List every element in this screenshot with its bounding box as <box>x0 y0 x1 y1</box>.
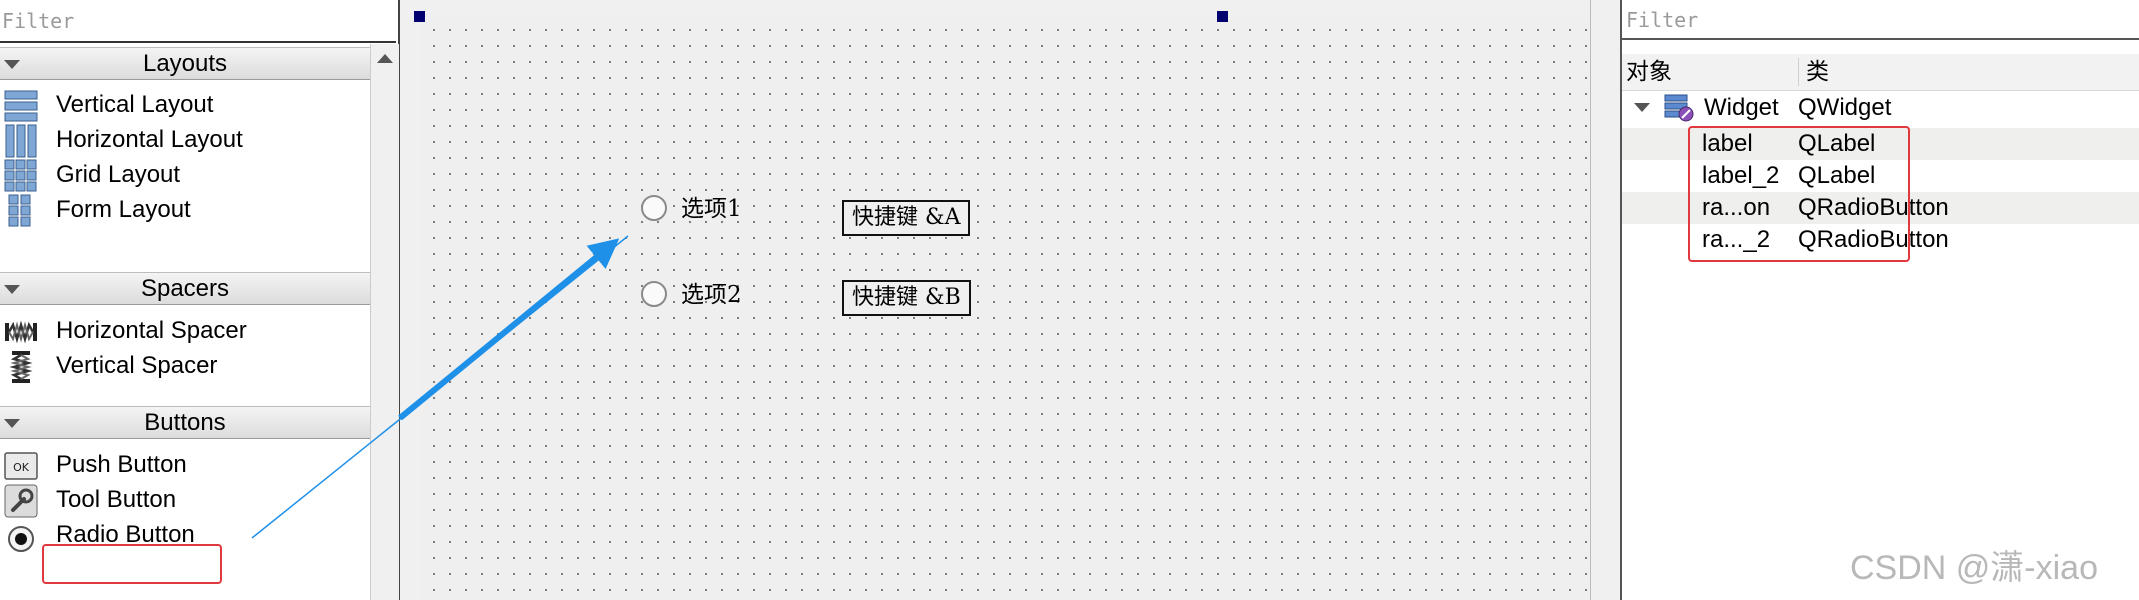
expand-arrow-icon[interactable] <box>1634 103 1650 112</box>
widget-box-scrollbar[interactable] <box>370 44 399 600</box>
radio-option-2[interactable]: 选项2 <box>641 278 771 312</box>
scroll-up-arrow-icon[interactable] <box>377 54 393 63</box>
resize-handle[interactable] <box>1217 11 1228 22</box>
radio-button-icon <box>8 526 34 552</box>
category-label: Spacers <box>140 275 230 302</box>
widget-item-label: Vertical Spacer <box>56 352 218 379</box>
widget-item-vertical-spacer[interactable]: Vertical Spacer <box>0 342 370 390</box>
watermark-text: CSDN @潇-xiao <box>1850 549 2098 587</box>
category-layouts[interactable]: Layouts <box>0 47 370 80</box>
object-filter-input[interactable]: Filter <box>1622 0 2139 40</box>
widget-item-label: Form Layout <box>56 196 191 223</box>
column-header-class[interactable]: 类 <box>1806 54 1829 90</box>
column-header-object[interactable]: 对象 <box>1626 54 1672 90</box>
widget-list: Layouts Vertical Layout Horizontal Layou… <box>0 44 370 600</box>
category-label: Buttons <box>144 409 226 436</box>
category-label: Layouts <box>142 50 228 77</box>
category-buttons[interactable]: Buttons <box>0 406 370 439</box>
vertical-spacer-icon <box>9 351 33 383</box>
widget-filter-input[interactable]: Filter <box>0 0 396 43</box>
radio-circle[interactable] <box>641 281 667 307</box>
radio-circle[interactable] <box>641 195 667 221</box>
designer-canvas: 选项1 选项2 快捷键 &A 快捷键 &B <box>400 0 1590 600</box>
object-list-highlight-box <box>1688 126 1910 262</box>
shortcut-label-b[interactable]: 快捷键 &B <box>842 280 971 316</box>
tree-object-name: Widget <box>1704 94 1779 121</box>
column-separator[interactable] <box>1798 58 1799 86</box>
widget-box: Filter Layouts Vertical Layout Horizonta… <box>0 0 400 600</box>
object-inspector: Filter 对象 类 Widget QWidget label QLabel … <box>1590 0 2139 600</box>
widget-item-form-layout[interactable]: Form Layout <box>0 186 370 234</box>
radio-button-highlight-box <box>42 544 222 584</box>
radio-label: 选项2 <box>681 282 742 308</box>
tree-row-root[interactable]: Widget QWidget <box>1622 92 2139 124</box>
object-tree-header: 对象 类 <box>1622 54 2139 91</box>
shortcut-label-a[interactable]: 快捷键 &A <box>842 200 971 236</box>
widget-icon <box>1664 94 1694 122</box>
radio-label: 选项1 <box>681 196 742 222</box>
form-layout-icon <box>8 194 31 227</box>
object-inspector-panel: Filter 对象 类 Widget QWidget label QLabel … <box>1622 0 2139 600</box>
category-spacers[interactable]: Spacers <box>0 272 370 305</box>
form-widget[interactable]: 选项1 选项2 快捷键 &A 快捷键 &B <box>420 16 1590 600</box>
resize-handle[interactable] <box>414 11 425 22</box>
tree-object-class: QWidget <box>1798 94 1892 121</box>
splitter[interactable] <box>1590 0 1622 600</box>
radio-option-1[interactable]: 选项1 <box>641 192 771 226</box>
push-button-icon-text: OK <box>13 461 30 474</box>
